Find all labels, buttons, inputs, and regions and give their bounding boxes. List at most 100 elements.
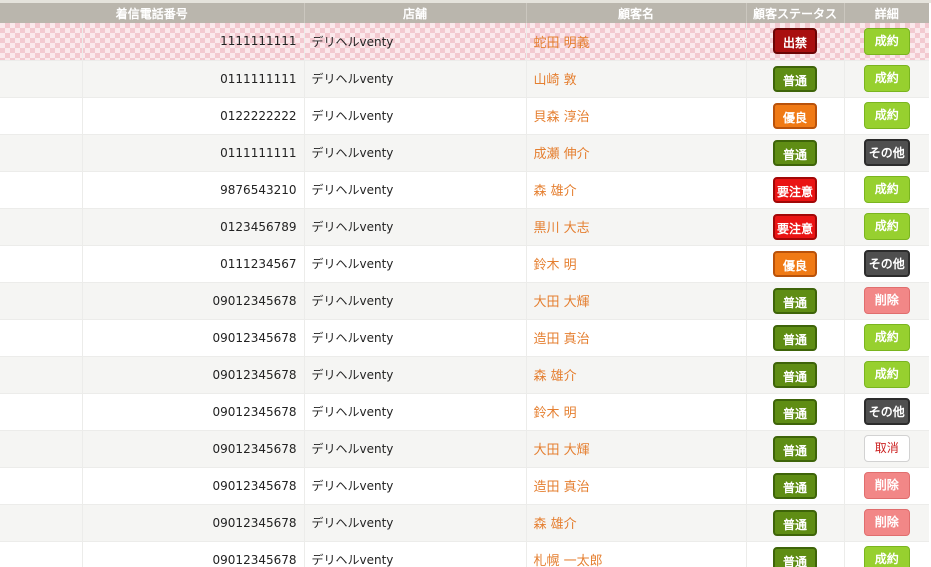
- table-row[interactable]: 09012345678 デリヘルventy 造田 真治 普通 成約: [0, 319, 930, 357]
- customer-name-link[interactable]: 大田 大輝: [534, 295, 590, 310]
- cell-customer: 山崎 敦: [526, 60, 747, 98]
- table-row[interactable]: 1111111111 デリヘルventy 蛇田 明義 出禁 成約: [0, 23, 930, 61]
- table-row[interactable]: 09012345678 デリヘルventy 鈴木 明 普通 その他: [0, 393, 930, 431]
- cell-status: 要注意: [746, 208, 845, 246]
- table-row[interactable]: 0111111111 デリヘルventy 山崎 敦 普通 成約: [0, 60, 930, 98]
- customer-name-link[interactable]: 成瀬 伸介: [534, 147, 590, 162]
- table-row[interactable]: 09012345678 デリヘルventy 札幌 一太郎 普通 成約: [0, 541, 930, 567]
- cell-store: デリヘルventy: [304, 504, 527, 542]
- cell-customer: 鈴木 明: [526, 393, 747, 431]
- customer-name-link[interactable]: 森 雄介: [534, 184, 577, 199]
- customer-name-link[interactable]: 黒川 大志: [534, 221, 590, 236]
- table-row[interactable]: 0122222222 デリヘルventy 貝森 淳治 優良 成約: [0, 97, 930, 135]
- cell-status: 普通: [746, 541, 845, 567]
- cell-store: デリヘルventy: [304, 282, 527, 320]
- table-row[interactable]: 0111111111 デリヘルventy 成瀬 伸介 普通 その他: [0, 134, 930, 172]
- cell-status: 普通: [746, 319, 845, 357]
- cell-detail: 成約: [844, 97, 930, 135]
- customer-name-link[interactable]: 蛇田 明義: [534, 36, 590, 51]
- cell-phone: 0111111111: [82, 60, 305, 98]
- customer-name-link[interactable]: 鈴木 明: [534, 258, 577, 273]
- row-spacer: [0, 467, 83, 505]
- cell-detail: 成約: [844, 541, 930, 567]
- status-badge: 優良: [773, 102, 818, 129]
- header-detail: 詳細: [844, 3, 930, 23]
- cell-customer: 黒川 大志: [526, 208, 747, 246]
- table-header: 着信電話番号 店舗 顧客名 顧客ステータス 詳細: [0, 3, 930, 23]
- table-row[interactable]: 09012345678 デリヘルventy 大田 大輝 普通 削除: [0, 282, 930, 320]
- cell-detail: 取消: [844, 430, 930, 468]
- other-button[interactable]: その他: [863, 250, 910, 277]
- contract-button[interactable]: 成約: [863, 65, 910, 92]
- call-history-table: 着信電話番号 店舗 顧客名 顧客ステータス 詳細 1111111111 デリヘルv…: [0, 0, 931, 567]
- delete-button[interactable]: 削除: [863, 509, 910, 536]
- contract-button[interactable]: 成約: [863, 324, 910, 351]
- contract-button[interactable]: 成約: [863, 361, 910, 388]
- customer-name-link[interactable]: 造田 真治: [534, 332, 590, 347]
- cell-phone: 09012345678: [82, 430, 305, 468]
- cell-customer: 森 雄介: [526, 504, 747, 542]
- table-row[interactable]: 9876543210 デリヘルventy 森 雄介 要注意 成約: [0, 171, 930, 209]
- cell-store: デリヘルventy: [304, 208, 527, 246]
- customer-name-link[interactable]: 造田 真治: [534, 480, 590, 495]
- customer-name-link[interactable]: 貝森 淳治: [534, 110, 590, 125]
- cell-detail: 成約: [844, 319, 930, 357]
- cell-detail: 成約: [844, 208, 930, 246]
- status-badge: 要注意: [773, 213, 818, 240]
- row-spacer: [0, 23, 83, 61]
- contract-button[interactable]: 成約: [863, 546, 910, 567]
- customer-name-link[interactable]: 森 雄介: [534, 517, 577, 532]
- row-spacer: [0, 504, 83, 542]
- cell-detail: 成約: [844, 23, 930, 61]
- other-button[interactable]: その他: [863, 398, 910, 425]
- cell-store: デリヘルventy: [304, 60, 527, 98]
- contract-button[interactable]: 成約: [863, 27, 910, 55]
- delete-button[interactable]: 削除: [863, 287, 910, 314]
- table-row[interactable]: 09012345678 デリヘルventy 森 雄介 普通 削除: [0, 504, 930, 542]
- header-customer: 顧客名: [526, 3, 747, 23]
- cell-status: 普通: [746, 134, 845, 172]
- cell-phone: 09012345678: [82, 541, 305, 567]
- table-row[interactable]: 0111234567 デリヘルventy 鈴木 明 優良 その他: [0, 245, 930, 283]
- cell-phone: 1111111111: [82, 23, 305, 61]
- row-spacer: [0, 208, 83, 246]
- cell-phone: 0111111111: [82, 134, 305, 172]
- cell-status: 優良: [746, 245, 845, 283]
- status-badge: 普通: [773, 472, 818, 499]
- table-row[interactable]: 0123456789 デリヘルventy 黒川 大志 要注意 成約: [0, 208, 930, 246]
- table-row[interactable]: 09012345678 デリヘルventy 造田 真治 普通 削除: [0, 467, 930, 505]
- table-row[interactable]: 09012345678 デリヘルventy 森 雄介 普通 成約: [0, 356, 930, 394]
- delete-button[interactable]: 削除: [863, 472, 910, 499]
- customer-name-link[interactable]: 大田 大輝: [534, 443, 590, 458]
- cell-detail: 削除: [844, 467, 930, 505]
- cell-status: 普通: [746, 504, 845, 542]
- customer-name-link[interactable]: 札幌 一太郎: [534, 554, 603, 567]
- header-store: 店舗: [304, 3, 527, 23]
- contract-button[interactable]: 成約: [863, 213, 910, 240]
- row-spacer: [0, 430, 83, 468]
- table-row[interactable]: 09012345678 デリヘルventy 大田 大輝 普通 取消: [0, 430, 930, 468]
- row-spacer: [0, 60, 83, 98]
- customer-name-link[interactable]: 鈴木 明: [534, 406, 577, 421]
- status-badge: 普通: [773, 361, 818, 388]
- cell-phone: 09012345678: [82, 467, 305, 505]
- cell-phone: 09012345678: [82, 393, 305, 431]
- other-button[interactable]: その他: [863, 139, 910, 166]
- cell-detail: 成約: [844, 60, 930, 98]
- cancel-button[interactable]: 取消: [863, 435, 910, 462]
- cell-customer: 大田 大輝: [526, 282, 747, 320]
- cell-store: デリヘルventy: [304, 467, 527, 505]
- contract-button[interactable]: 成約: [863, 102, 910, 129]
- row-spacer: [0, 393, 83, 431]
- cell-phone: 0111234567: [82, 245, 305, 283]
- cell-store: デリヘルventy: [304, 393, 527, 431]
- status-badge: 普通: [773, 398, 818, 425]
- table-body: 1111111111 デリヘルventy 蛇田 明義 出禁 成約 0111111111 デリ…: [0, 23, 930, 567]
- cell-store: デリヘルventy: [304, 245, 527, 283]
- cell-customer: 森 雄介: [526, 356, 747, 394]
- row-spacer: [0, 134, 83, 172]
- customer-name-link[interactable]: 森 雄介: [534, 369, 577, 384]
- contract-button[interactable]: 成約: [863, 176, 910, 203]
- customer-name-link[interactable]: 山崎 敦: [534, 73, 577, 88]
- cell-detail: 成約: [844, 171, 930, 209]
